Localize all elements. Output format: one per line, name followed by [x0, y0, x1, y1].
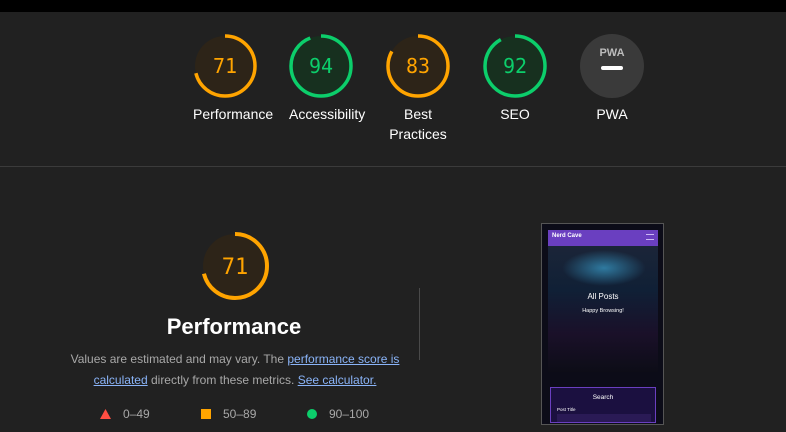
- gauge-best-practices[interactable]: 83 Best Practices: [386, 34, 450, 144]
- phone-search-card: Search Post Title: [550, 387, 656, 423]
- gauge-performance-ring: 71: [193, 34, 257, 98]
- gauge-pwa-label: PWA: [596, 106, 628, 122]
- hero-background-image: [562, 250, 646, 286]
- legend-fail: 0–49: [100, 407, 150, 421]
- description-prefix: Values are estimated and may vary. The: [70, 352, 288, 366]
- phone-hero-title: All Posts: [587, 292, 619, 301]
- top-bar: [0, 0, 786, 12]
- legend-fail-range: 0–49: [123, 407, 150, 421]
- gauge-best-practices-ring: 83: [386, 34, 450, 98]
- gauge-seo-label: SEO: [500, 106, 530, 122]
- final-screenshot[interactable]: Nerd Cave All Posts Happy Browsing! Sear…: [541, 223, 664, 425]
- legend-pass: 90–100: [307, 407, 369, 421]
- legend-average: 50–89: [201, 407, 256, 421]
- vertical-divider: [419, 288, 420, 360]
- gauge-accessibility-ring: 94: [289, 34, 353, 98]
- gauge-seo-ring: 92: [483, 34, 547, 98]
- square-icon: [201, 409, 211, 419]
- phone-card-post: Post Title: [557, 407, 576, 412]
- pwa-badge-icon: PWA: [599, 47, 624, 59]
- performance-large-gauge-ring: 71: [201, 232, 269, 300]
- phone-hero-subtitle: Happy Browsing!: [582, 308, 624, 314]
- performance-description: Values are estimated and may vary. The p…: [68, 349, 402, 391]
- circle-icon: [307, 409, 317, 419]
- section-divider: [0, 166, 786, 167]
- gauge-accessibility-score: 94: [309, 54, 333, 78]
- pwa-dash-icon: [601, 66, 623, 70]
- gauge-pwa-ring: PWA: [580, 34, 644, 98]
- phone-hero: All Posts Happy Browsing!: [548, 246, 658, 372]
- gauge-pwa[interactable]: PWA PWA: [580, 34, 644, 124]
- gauge-accessibility[interactable]: 94 Accessibility: [289, 34, 366, 124]
- phone-header: Nerd Cave: [548, 230, 658, 246]
- hamburger-menu-icon: [646, 234, 654, 240]
- gauge-accessibility-label: Accessibility: [289, 106, 366, 122]
- performance-large-score: 71: [222, 255, 249, 280]
- description-middle: directly from these metrics.: [147, 373, 298, 387]
- gauge-performance[interactable]: 71 Performance: [193, 34, 274, 124]
- phone-card-title: Search: [592, 394, 614, 401]
- legend-average-range: 50–89: [223, 407, 257, 421]
- gauge-best-practices-score: 83: [406, 54, 430, 78]
- triangle-icon: [100, 409, 111, 419]
- phone-card-input: [557, 414, 651, 422]
- gauge-seo-score: 92: [503, 54, 527, 78]
- see-calculator-link[interactable]: See calculator.: [298, 373, 377, 387]
- performance-large-gauge[interactable]: 71: [199, 230, 271, 302]
- gauge-best-practices-label: Best Practices: [389, 106, 447, 142]
- gauge-performance-score: 71: [213, 54, 237, 78]
- legend-pass-range: 90–100: [329, 407, 370, 421]
- gauge-performance-label: Performance: [193, 106, 274, 122]
- phone-brand: Nerd Cave: [552, 233, 582, 239]
- gauge-seo[interactable]: 92 SEO: [483, 34, 547, 124]
- performance-title: Performance: [166, 314, 302, 339]
